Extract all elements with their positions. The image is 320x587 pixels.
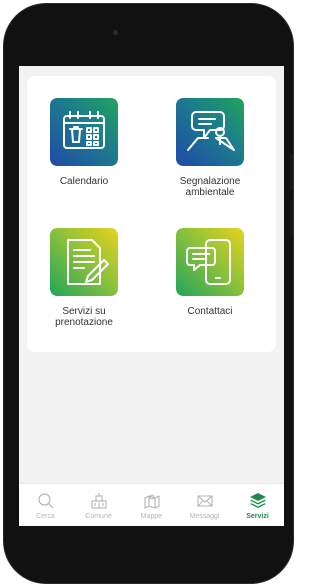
service-contattaci[interactable]: Contattaci (155, 228, 265, 317)
document-edit-icon (50, 228, 118, 296)
calendar-trash-icon (50, 98, 118, 166)
tab-mappe[interactable]: Mappe (125, 484, 178, 526)
service-label: Segnalazione ambientale (179, 176, 241, 198)
tab-servizi[interactable]: Servizi (231, 484, 284, 526)
layers-icon (249, 493, 266, 508)
map-icon (143, 494, 160, 509)
front-camera (113, 30, 118, 35)
tab-label: Messaggi (189, 513, 220, 520)
town-hall-icon (90, 493, 107, 509)
power-button (290, 200, 293, 236)
service-label: Calendario (59, 176, 109, 187)
tab-cerca[interactable]: Cerca (19, 484, 72, 526)
map-report-icon (176, 98, 244, 166)
volume-button (290, 154, 293, 190)
service-calendario[interactable]: Calendario (29, 98, 139, 187)
phone-chat-icon (176, 228, 244, 296)
tab-label: Cerca (36, 513, 55, 520)
bottom-tab-bar: Cerca Comune Mappe Messaggi Servizi (19, 483, 284, 526)
mail-icon (196, 495, 213, 507)
tab-comune[interactable]: Comune (72, 484, 125, 526)
service-label: Contattaci (187, 306, 233, 317)
search-icon (37, 493, 53, 509)
tab-label: Servizi (246, 513, 269, 520)
tab-label: Mappe (140, 513, 163, 520)
service-label: Servizi su prenotazione (55, 306, 113, 328)
app-screen: Calendario Segnalazione ambientale Servi… (19, 66, 284, 526)
tab-label: Comune (85, 513, 112, 520)
tab-messaggi[interactable]: Messaggi (178, 484, 231, 526)
service-servizi-su-prenotazione[interactable]: Servizi su prenotazione (29, 228, 139, 328)
service-segnalazione-ambientale[interactable]: Segnalazione ambientale (155, 98, 265, 198)
services-card: Calendario Segnalazione ambientale Servi… (27, 76, 276, 352)
